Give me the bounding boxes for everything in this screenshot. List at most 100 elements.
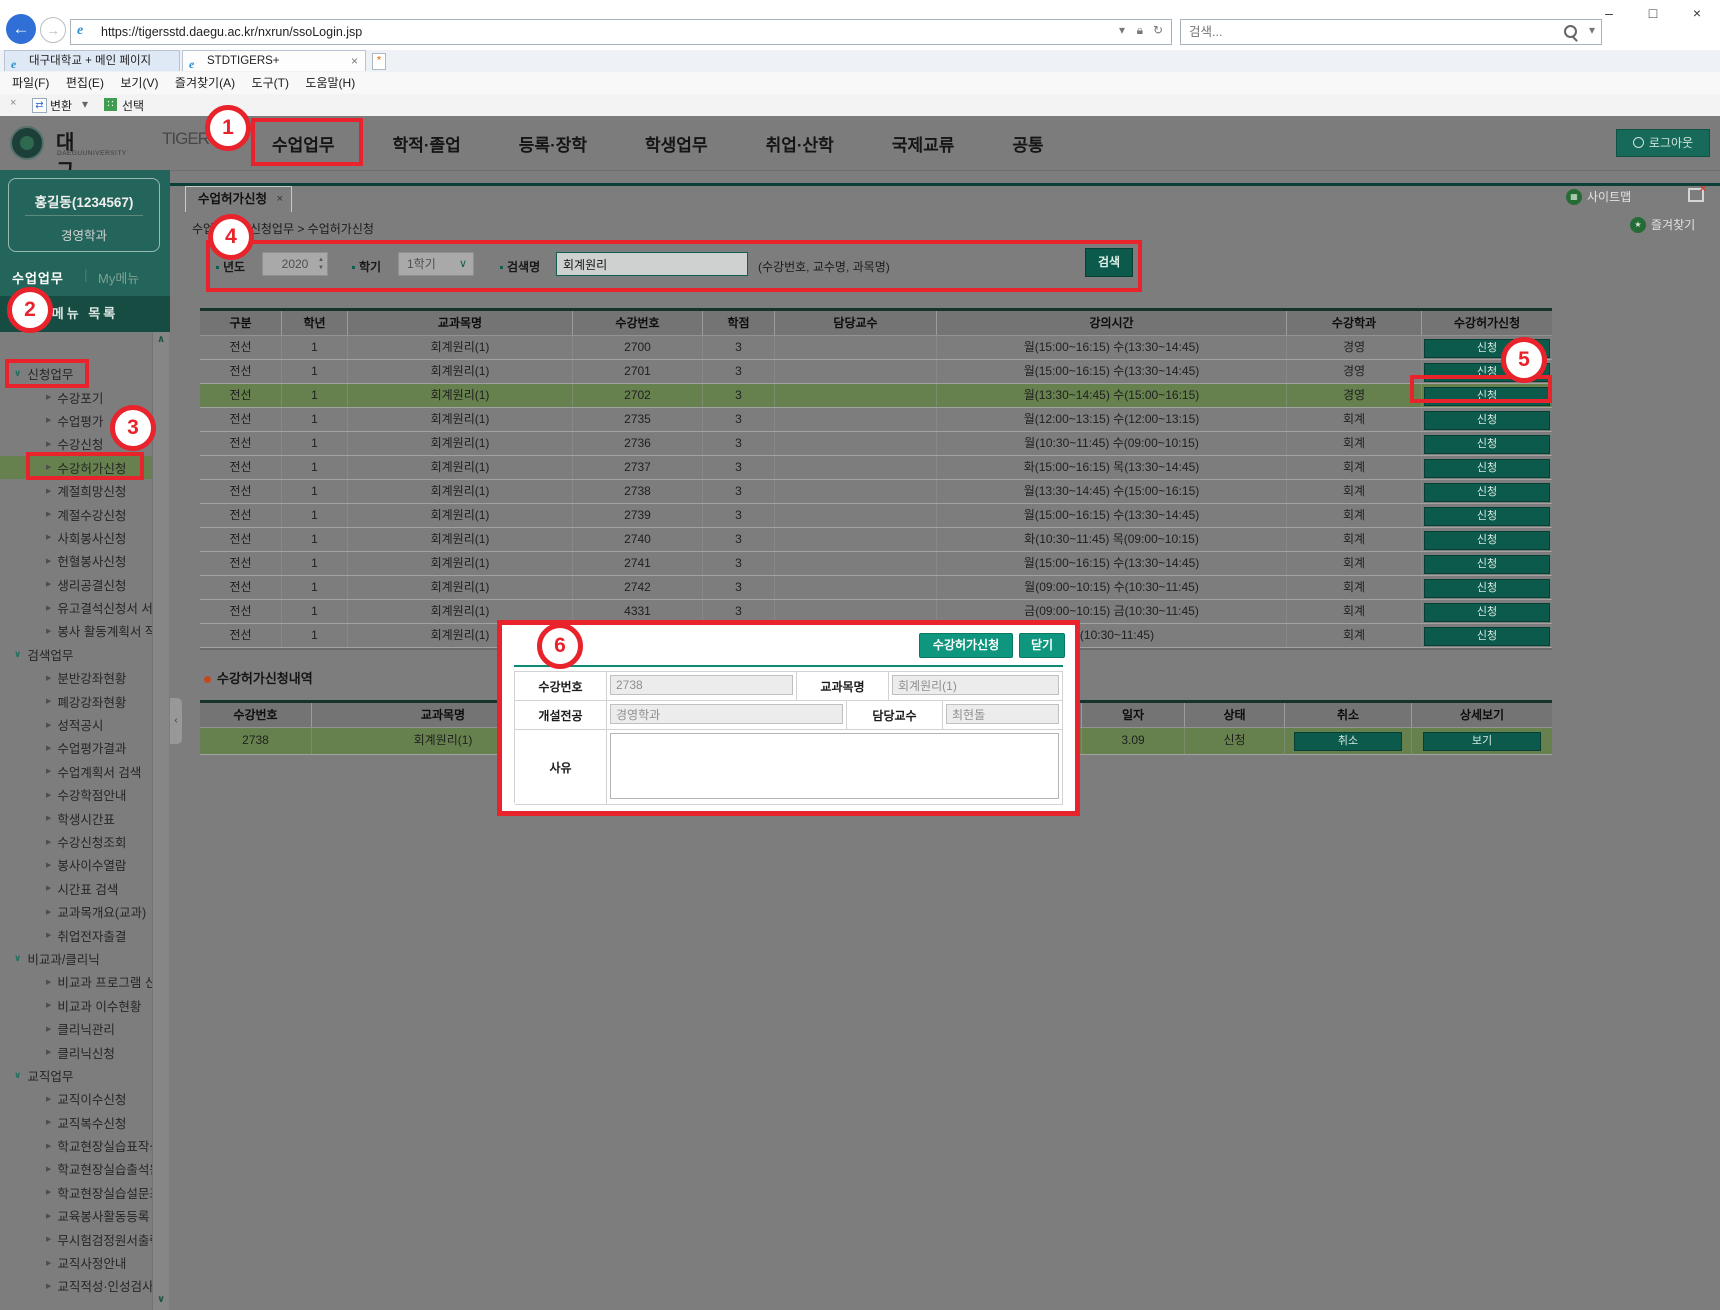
sidebar-item[interactable]: ∨ ▶ 헌혈봉사신청 [0, 549, 152, 572]
select-button[interactable]: 선택 [122, 97, 144, 114]
browser-tab-daegu-main[interactable]: e 대구대학교 + 메인 페이지 [4, 50, 180, 71]
sitemap-link[interactable]: ▦사이트맵 [1566, 188, 1631, 206]
apply-button[interactable]: 신청 [1424, 459, 1550, 478]
sidebar-item[interactable]: ∨ ▶ 비교과 프로그램 신청 [0, 970, 152, 993]
sidebar-item[interactable]: ∨ ▶ 수업계획서 검색 [0, 760, 152, 783]
close-all-tabs-icon[interactable] [1688, 188, 1704, 202]
sidebar-item[interactable]: ∨ ▶ 클리닉신청 [0, 1040, 152, 1063]
sidebar-item[interactable]: ∨ ▶ 봉사 활동계획서 작성 [0, 619, 152, 642]
sidebar-item[interactable]: ∨ ▶ 취업전자출결 [0, 923, 152, 946]
menu-edit[interactable]: 편집(E) [66, 72, 104, 94]
sidebar-item[interactable]: ∨ ▶ 분반강좌현황 [0, 666, 152, 689]
search-icon[interactable] [1564, 25, 1577, 38]
course-row[interactable]: 전선 1 회계원리(1) 2701 3 월(15:00~16:15) 수(13:… [200, 360, 1552, 384]
logout-button[interactable]: 로그아웃 [1616, 129, 1710, 157]
tab-close-icon[interactable]: × [351, 51, 358, 72]
browser-search-input[interactable] [1187, 21, 1551, 43]
window-close-button[interactable]: × [1680, 4, 1714, 22]
scroll-down-icon[interactable]: ∨ [155, 1294, 167, 1305]
window-maximize-button[interactable]: □ [1636, 4, 1670, 22]
apply-button[interactable]: 신청 [1424, 579, 1550, 598]
view-button[interactable]: 보기 [1423, 732, 1541, 751]
back-button[interactable]: ← [6, 14, 36, 44]
sidebar-item[interactable]: ∨ ▶ 교직이수신청 [0, 1087, 152, 1110]
sidebar-item[interactable]: ∨ ▶ 비교과 이수현황 [0, 994, 152, 1017]
course-row[interactable]: 전선 1 회계원리(1) 2737 3 화(15:00~16:15) 목(13:… [200, 456, 1552, 480]
course-row[interactable]: 전선 1 회계원리(1) 2700 3 월(15:00~16:15) 수(13:… [200, 336, 1552, 360]
sidebar-item[interactable]: ∨ ▶ 교직업무 [0, 1064, 152, 1087]
nav-international[interactable]: 국제교류 [892, 131, 955, 156]
convert-dropdown-icon[interactable]: ▾ [82, 97, 88, 111]
menu-help[interactable]: 도움말(H) [305, 72, 355, 94]
sidebar-item[interactable]: ∨ ▶ 폐강강좌현황 [0, 689, 152, 712]
apply-button[interactable]: 신청 [1424, 507, 1550, 526]
search-dropdown-icon[interactable]: ▾ [1589, 23, 1595, 37]
sidebar-item[interactable]: ∨ ▶ 클리닉관리 [0, 1017, 152, 1040]
menu-favorites[interactable]: 즐겨찾기(A) [175, 72, 235, 94]
course-row[interactable]: 전선 1 회계원리(1) 2742 3 월(09:00~10:15) 수(10:… [200, 576, 1552, 600]
course-row[interactable]: 전선 1 회계원리(1) 2739 3 월(15:00~16:15) 수(13:… [200, 504, 1552, 528]
apply-button[interactable]: 신청 [1424, 603, 1550, 622]
sidebar-item[interactable]: ∨ ▶ 수강신청조회 [0, 830, 152, 853]
menu-file[interactable]: 파일(F) [12, 72, 49, 94]
course-row[interactable]: 전선 1 회계원리(1) 2738 3 월(13:30~14:45) 수(15:… [200, 480, 1552, 504]
sidebar-item[interactable]: ∨ ▶ 학교현장실습설문조사 [0, 1181, 152, 1204]
apply-button[interactable]: 신청 [1424, 627, 1550, 646]
nav-records-graduation[interactable]: 학적·졸업 [393, 131, 461, 156]
sidebar-item[interactable]: ∨ ▶ 생리공결신청 [0, 573, 152, 596]
sidebar-item[interactable]: ∨ ▶ 계절수강신청 [0, 502, 152, 525]
nav-employment-industry[interactable]: 취업·산학 [766, 131, 834, 156]
sidebar-item[interactable]: ∨ ▶ 봉사이수열람 [0, 853, 152, 876]
sidebar-item[interactable]: ∨ ▶ 교과목개요(교과) [0, 900, 152, 923]
browser-tab-stdtigers[interactable]: e STDTIGERS+ × [182, 50, 366, 71]
sidebar-item[interactable]: ∨ ▶ 검색업무 [0, 643, 152, 666]
reason-textarea[interactable] [610, 733, 1059, 799]
url-bar[interactable]: e ▾ 🔒︎ ↻ [70, 19, 1172, 45]
modal-apply-button[interactable]: 수강허가신청 [919, 633, 1013, 658]
sidebar-item[interactable]: ∨ ▶ 학교현장실습표작성 [0, 1134, 152, 1157]
sidebar-item[interactable]: ∨ ▶ 교육봉사활동등록 [0, 1204, 152, 1227]
nav-student-affairs[interactable]: 학생업무 [645, 131, 708, 156]
add-favorite-link[interactable]: ★즐겨찾기 [1630, 216, 1695, 234]
apply-button[interactable]: 신청 [1424, 435, 1550, 454]
sidebar-item[interactable]: ∨ ▶ 비교과/클리닉 [0, 947, 152, 970]
url-input[interactable] [99, 21, 1093, 43]
sidebar-item[interactable]: ∨ ▶ 계절희망신청 [0, 479, 152, 502]
forward-button[interactable]: → [40, 17, 66, 43]
course-row[interactable]: 전선 1 회계원리(1) 2741 3 월(15:00~16:15) 수(13:… [200, 552, 1552, 576]
sidebar-item[interactable]: ∨ ▶ 유고결석신청서 서식 [0, 596, 152, 619]
sidebar-item[interactable]: ∨ ▶ 학교현장실습출석원 [0, 1157, 152, 1180]
apply-button[interactable]: 신청 [1424, 555, 1550, 574]
course-row[interactable]: 전선 1 회계원리(1) 2740 3 화(10:30~11:45) 목(09:… [200, 528, 1552, 552]
url-dropdown-icon[interactable]: ▾ [1119, 23, 1125, 37]
sidebar-item[interactable]: ∨ ▶ 성적공시 [0, 713, 152, 736]
menu-view[interactable]: 보기(V) [120, 72, 158, 94]
sidebar-tab-my-menu[interactable]: My메뉴 [98, 268, 139, 287]
course-row[interactable]: 전선 1 회계원리(1) 2702 3 월(13:30~14:45) 수(15:… [200, 384, 1552, 408]
sidebar-collapse-handle[interactable]: ‹ [170, 698, 182, 744]
apply-button[interactable]: 신청 [1424, 531, 1550, 550]
sidebar-item[interactable]: ∨ ▶ 교직사정안내 [0, 1251, 152, 1274]
modal-close-button[interactable]: 닫기 [1019, 633, 1065, 658]
new-tab-button[interactable]: * [372, 53, 386, 70]
sidebar-item[interactable]: ∨ ▶ 교직적성·인성검사 [0, 1274, 152, 1297]
sidebar-tab-course-work[interactable]: 수업업무 [12, 268, 64, 287]
page-tab-close-icon[interactable]: × [277, 187, 283, 211]
nav-registration-scholarship[interactable]: 등록·장학 [519, 131, 587, 156]
browser-search-box[interactable]: ▾ [1180, 19, 1602, 45]
apply-button[interactable]: 신청 [1424, 483, 1550, 502]
page-tab-course-permission[interactable]: 수업허가신청 × [185, 186, 292, 212]
sidebar-scrollbar[interactable]: ∧ ∨ [152, 332, 169, 1310]
sidebar-item[interactable]: ∨ ▶ 시간표 검색 [0, 877, 152, 900]
menu-tools[interactable]: 도구(T) [252, 72, 289, 94]
toolbar-close-icon[interactable]: × [10, 97, 16, 109]
nav-common[interactable]: 공통 [1012, 131, 1043, 156]
sidebar-item[interactable]: ∨ ▶ 사회봉사신청 [0, 526, 152, 549]
sidebar-item[interactable]: ∨ ▶ 학생시간표 [0, 806, 152, 829]
refresh-icon[interactable]: ↻ [1153, 23, 1163, 37]
sidebar-item[interactable]: ∨ ▶ 교직복수신청 [0, 1111, 152, 1134]
sidebar-item[interactable]: ∨ ▶ 무시험검정원서출력 [0, 1227, 152, 1250]
sidebar-item[interactable]: ∨ ▶ 수강학점안내 [0, 783, 152, 806]
sidebar-item[interactable]: ∨ ▶ 수업평가결과 [0, 736, 152, 759]
scroll-up-icon[interactable]: ∧ [155, 334, 167, 345]
